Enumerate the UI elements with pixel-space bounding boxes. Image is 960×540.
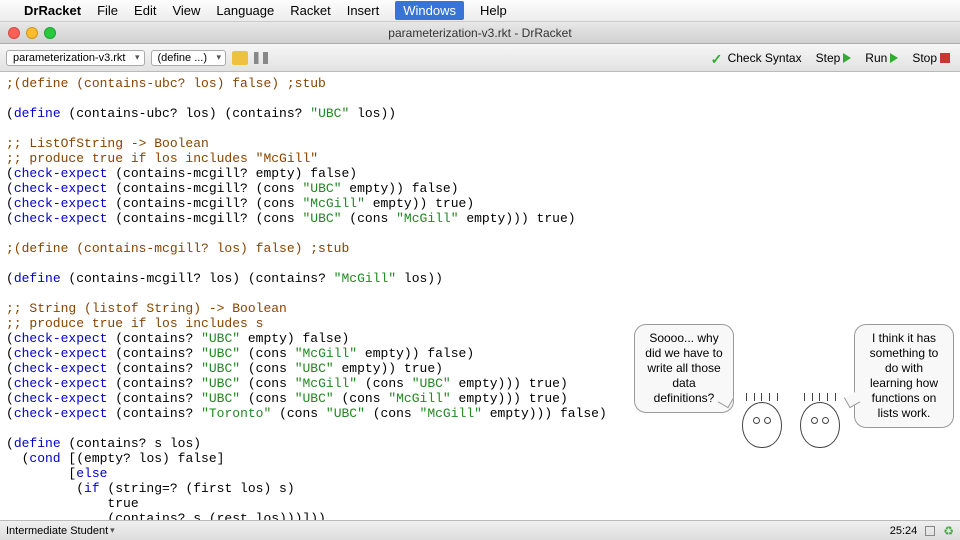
face-doodle-1: [742, 402, 782, 448]
toolbar: parameterization-v3.rkt (define ...) Che…: [0, 44, 960, 72]
menu-insert[interactable]: Insert: [347, 3, 380, 18]
step-label: Step: [816, 51, 841, 65]
face-doodle-2: [800, 402, 840, 448]
menu-edit[interactable]: Edit: [134, 3, 156, 18]
step-play-icon: [843, 53, 851, 63]
speech-bubble-2: I think it has something to do with lear…: [854, 324, 954, 428]
menu-app[interactable]: DrRacket: [24, 3, 81, 18]
menu-view[interactable]: View: [172, 3, 200, 18]
check-syntax-button[interactable]: Check Syntax: [707, 49, 806, 67]
stop-label: Stop: [912, 51, 937, 65]
statusbar: Intermediate Student 25:24 ♻: [0, 520, 960, 540]
stop-button[interactable]: Stop: [908, 49, 954, 67]
define-dropdown[interactable]: (define ...): [151, 50, 227, 66]
menu-file[interactable]: File: [97, 3, 118, 18]
language-selector[interactable]: Intermediate Student: [6, 525, 115, 537]
save-icon[interactable]: [232, 51, 248, 65]
window-title: parameterization-v3.rkt - DrRacket: [388, 26, 571, 40]
run-button[interactable]: Run: [861, 49, 902, 67]
check-syntax-label: Check Syntax: [728, 51, 802, 65]
run-play-icon: [890, 53, 898, 63]
step-button[interactable]: Step: [812, 49, 856, 67]
minimize-icon[interactable]: [26, 27, 38, 39]
check-icon: [711, 51, 725, 65]
menu-language[interactable]: Language: [216, 3, 274, 18]
close-icon[interactable]: [8, 27, 20, 39]
menubar: DrRacket File Edit View Language Racket …: [0, 0, 960, 22]
menu-windows[interactable]: Windows: [395, 1, 464, 20]
filename-dropdown[interactable]: parameterization-v3.rkt: [6, 50, 145, 66]
step-forward-icon[interactable]: [254, 52, 268, 64]
cursor-position: 25:24: [890, 525, 918, 537]
zoom-icon[interactable]: [44, 27, 56, 39]
menu-racket[interactable]: Racket: [290, 3, 330, 18]
titlebar: parameterization-v3.rkt - DrRacket: [0, 22, 960, 44]
code-editor[interactable]: ;(define (contains-ubc? los) false) ;stu…: [0, 72, 960, 520]
stop-square-icon: [940, 53, 950, 63]
status-checkbox[interactable]: [925, 526, 935, 536]
run-label: Run: [865, 51, 887, 65]
gc-icon[interactable]: ♻: [943, 524, 954, 538]
menu-help[interactable]: Help: [480, 3, 507, 18]
